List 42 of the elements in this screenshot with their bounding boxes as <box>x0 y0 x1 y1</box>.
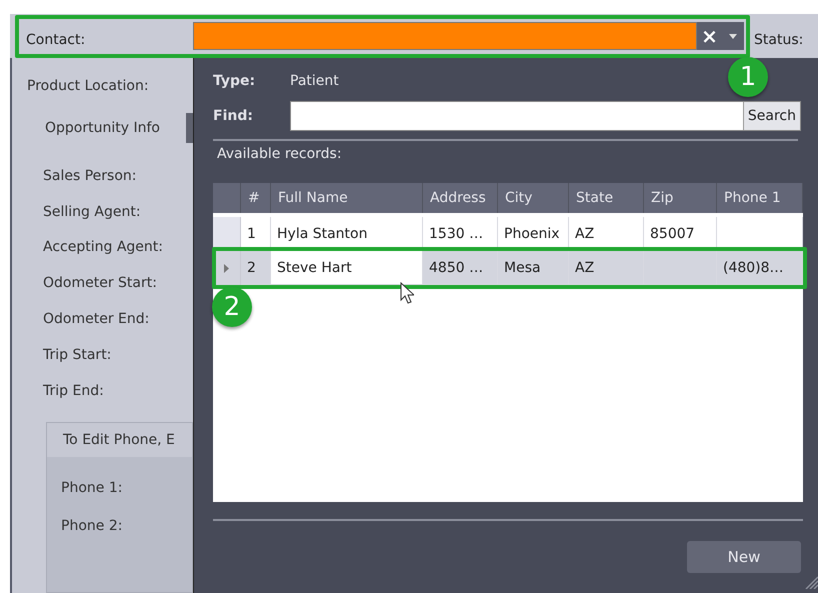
cursor-icon <box>400 282 414 304</box>
field-label: Sales Person: <box>42 166 138 186</box>
new-button[interactable]: New <box>687 541 801 573</box>
table-cell[interactable]: Mesa <box>498 251 569 285</box>
column-header[interactable]: Phone 1 <box>717 183 803 213</box>
splitter-handle[interactable] <box>186 112 193 143</box>
field-label: Odometer Start: <box>42 274 158 294</box>
corner-header <box>213 183 241 213</box>
table-cell[interactable]: (480)8… <box>717 251 803 285</box>
column-header[interactable]: City <box>498 183 569 213</box>
field-label: Phone 1: <box>60 478 124 498</box>
find-field[interactable]: Search <box>290 101 801 131</box>
column-header[interactable]: State <box>569 183 644 213</box>
field-label: Odometer End: <box>42 310 150 330</box>
column-header[interactable]: Zip <box>644 183 717 213</box>
field-label: Phone 2: <box>60 516 124 536</box>
row-pointer-icon <box>224 264 229 272</box>
table-cell[interactable]: AZ <box>569 251 644 285</box>
status-label: Status: <box>754 31 804 50</box>
column-header[interactable]: Full Name <box>271 183 423 213</box>
column-header[interactable]: # <box>241 183 271 213</box>
group-title: To Edit Phone, E <box>47 422 192 457</box>
table-cell[interactable]: 2 <box>241 251 271 285</box>
type-label: Type: <box>213 73 256 89</box>
contact-field[interactable] <box>193 22 697 50</box>
records-label: Available records: <box>216 145 343 164</box>
type-value: Patient <box>290 73 339 89</box>
resize-grip-icon[interactable] <box>804 575 818 589</box>
field-label: Trip End: <box>42 382 105 401</box>
caret-icon <box>729 34 737 38</box>
table-cell[interactable]: 4850 … <box>423 251 498 285</box>
search-button[interactable]: Search <box>742 102 800 130</box>
field-label: Product Location: <box>26 76 150 96</box>
field-label: Trip Start: <box>42 346 112 365</box>
field-label: Selling Agent: <box>42 202 142 222</box>
clear-button[interactable]: × <box>697 22 722 50</box>
contact-label: Contact: <box>25 31 86 50</box>
dropdown-button[interactable] <box>722 22 744 50</box>
field-label: Accepting Agent: <box>42 238 164 258</box>
table-cell[interactable] <box>644 251 717 285</box>
column-header[interactable]: Address <box>423 183 498 213</box>
find-label: Find: <box>213 108 254 124</box>
